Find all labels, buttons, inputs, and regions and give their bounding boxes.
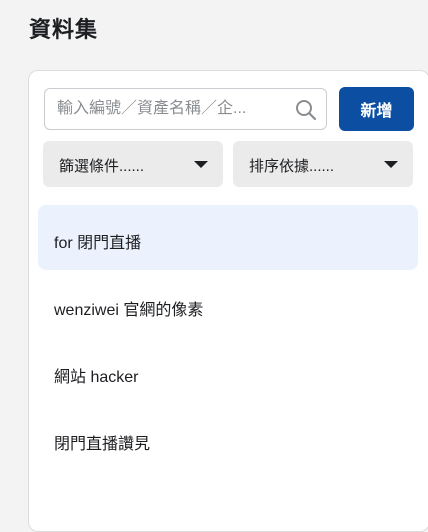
search-box[interactable] <box>44 88 327 130</box>
sort-dropdown[interactable]: 排序依據...... <box>233 141 413 187</box>
list-item[interactable]: 閉門直播讚旯 <box>38 406 418 471</box>
list-item[interactable]: 網站 hacker <box>38 339 418 404</box>
caret-down-icon <box>384 161 398 168</box>
add-button[interactable]: 新增 <box>339 87 414 131</box>
list-item[interactable]: wenziwei 官網的像素 <box>38 272 418 337</box>
datasets-panel: 新增 篩選條件...... 排序依據...... for 閉門直播 wenziw… <box>28 70 428 532</box>
filter-dropdown-label: 篩選條件...... <box>59 158 145 175</box>
list-item-label: wenziwei 官網的像素 <box>54 302 204 319</box>
search-icon[interactable] <box>295 99 317 121</box>
page-title: 資料集 <box>29 17 99 42</box>
dataset-list: for 閉門直播 wenziwei 官網的像素 網站 hacker 閉門直播讚旯 <box>38 205 418 473</box>
list-item[interactable]: for 閉門直播 <box>38 205 418 270</box>
filter-dropdown[interactable]: 篩選條件...... <box>43 141 223 187</box>
list-item-label: for 閉門直播 <box>54 235 142 252</box>
list-item-label: 網站 hacker <box>54 369 139 386</box>
list-item-label: 閉門直播讚旯 <box>54 436 151 453</box>
caret-down-icon <box>194 161 208 168</box>
search-input[interactable] <box>57 89 289 129</box>
sort-dropdown-label: 排序依據...... <box>249 158 335 175</box>
